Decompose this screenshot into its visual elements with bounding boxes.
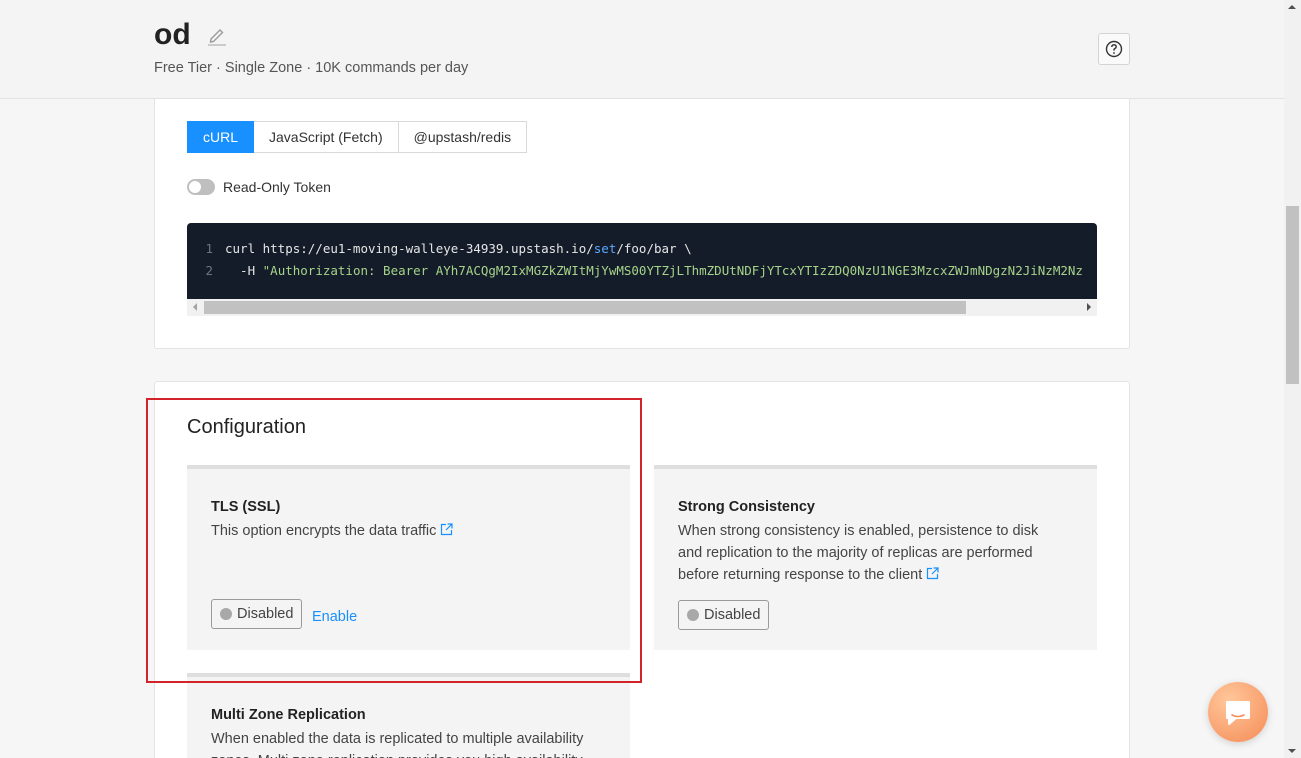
external-link-icon[interactable] [926,567,939,580]
toggle-knob [189,181,201,193]
highlight-box [146,398,642,683]
strong-consistency-description: When strong consistency is enabled, pers… [678,520,1063,586]
line-number: 2 [205,263,213,278]
question-circle-icon [1105,40,1123,58]
code-horizontal-scrollbar[interactable] [187,299,1097,316]
strong-consistency-status-badge: Disabled [678,600,770,630]
scrollbar-thumb[interactable] [204,301,966,314]
scrollbar-thumb[interactable] [1286,206,1299,384]
page-vertical-scrollbar[interactable] [1284,0,1301,758]
readonly-token-label: Read-Only Token [223,179,331,195]
tab-upstash-redis[interactable]: @upstash/redis [398,121,528,153]
multi-zone-description: When enabled the data is replicated to m… [211,731,584,758]
scroll-right-icon[interactable] [1087,303,1091,311]
database-title: od [154,18,191,51]
code-path: /foo/bar \ [616,241,692,256]
code-line: 2 -H "Authorization: Bearer AYh7ACQgM2Ix… [187,261,1083,281]
tab-curl[interactable]: cURL [187,121,255,153]
scroll-up-icon[interactable] [1288,5,1296,9]
code-header-flag: -H [225,263,263,278]
database-subtitle: Free Tier · Single Zone · 10K commands p… [154,60,469,76]
code-set-keyword: set [593,241,617,256]
status-dot [687,609,699,621]
line-number: 1 [205,241,213,256]
code-block[interactable]: 1 curl https://eu1-moving-walleye-34939.u… [187,223,1097,299]
chat-launcher-button[interactable] [1208,682,1268,742]
readonly-token-toggle[interactable] [187,179,215,195]
chat-bubble-icon [1226,701,1250,725]
multi-zone-option: Multi Zone Replication When enabled the … [187,673,630,758]
tab-javascript-fetch[interactable]: JavaScript (Fetch) [254,121,399,153]
code-auth-header: "Authorization: Bearer AYh7ACQgM2IxMGZkZ… [262,263,1083,278]
readonly-token-row: Read-Only Token [187,179,331,195]
language-tabs: cURL JavaScript (Fetch) @upstash/redis [187,121,528,153]
scroll-down-icon[interactable] [1288,749,1296,753]
strong-consistency-description-text: When strong consistency is enabled, pers… [678,523,1039,583]
pencil-icon[interactable] [206,24,228,46]
code-line: 1 curl https://eu1-moving-walleye-34939.u… [187,239,692,259]
code-curl-url: curl https://eu1-moving-walleye-34939.up… [225,241,594,256]
multi-zone-title: Multi Zone Replication [211,707,366,723]
scroll-left-icon[interactable] [193,303,197,311]
strong-consistency-title: Strong Consistency [678,499,815,515]
help-button[interactable] [1098,33,1130,65]
strong-consistency-status-label: Disabled [704,607,761,623]
strong-consistency-option: Strong Consistency When strong consisten… [654,465,1097,650]
page-header: od Free Tier · Single Zone · 10K command… [0,0,1284,99]
